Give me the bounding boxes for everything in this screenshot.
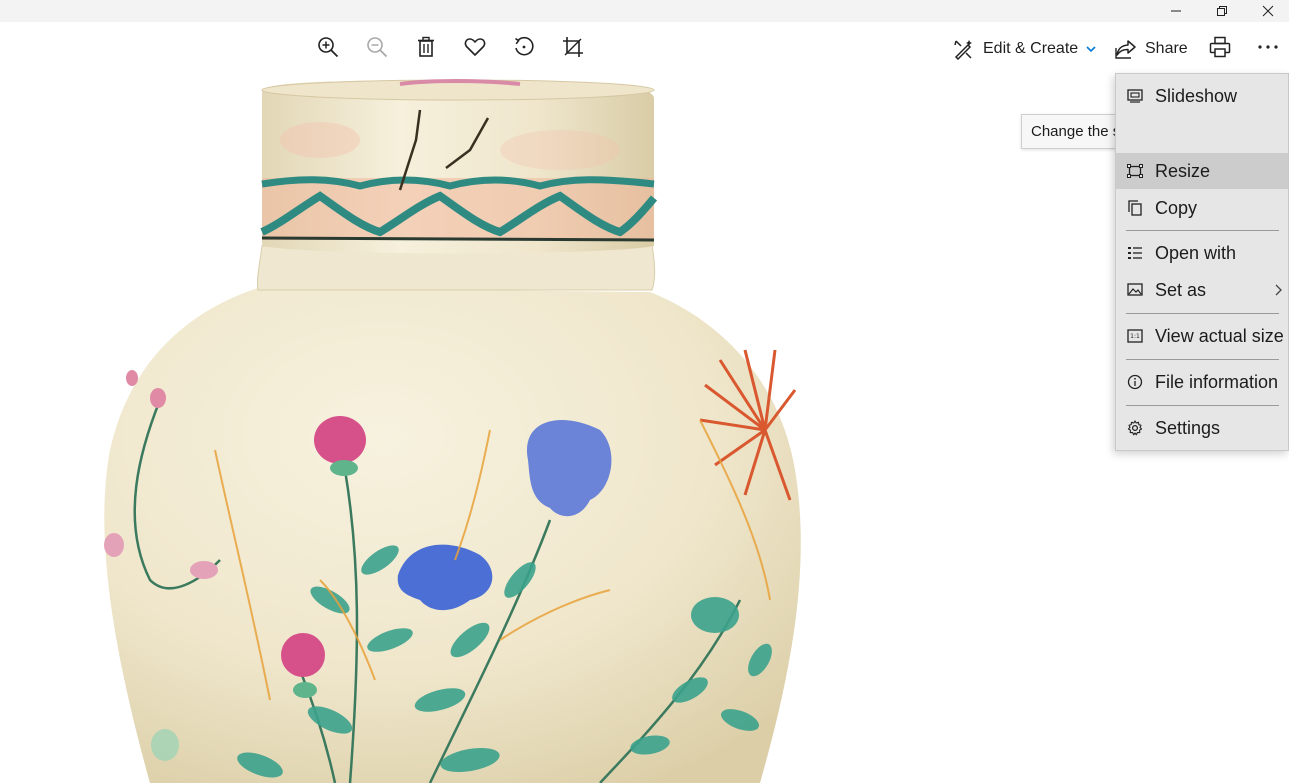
favorite-button[interactable] [458,32,492,62]
menu-item-copy[interactable]: Copy [1116,190,1288,226]
menu-item-settings[interactable]: Settings [1116,410,1288,446]
menu-item-label: Slideshow [1155,85,1238,106]
close-button[interactable] [1245,0,1289,22]
menu-item-resize[interactable]: Resize [1116,153,1288,189]
close-icon [1262,5,1274,17]
menu-separator [1126,313,1279,314]
share-icon [1115,40,1136,59]
zoom-in-icon [318,37,339,58]
menu-item-label: File information [1155,371,1279,392]
menu-item-file-information[interactable]: File information [1116,364,1288,400]
set-as-icon [1127,282,1143,298]
menu-item-label: Copy [1155,197,1198,218]
share-button[interactable]: Share [1115,34,1188,64]
resize-icon [1127,163,1143,179]
menu-item-label: View actual size [1155,325,1284,346]
copy-icon [1127,200,1143,216]
slideshow-icon [1127,88,1143,104]
minimize-icon [1171,10,1181,12]
trash-icon [418,36,434,57]
gear-icon [1127,420,1143,436]
rotate-button[interactable] [507,32,541,62]
title-bar [0,0,1289,22]
printer-icon [1209,36,1231,58]
chevron-right-icon [1275,284,1282,296]
open-with-icon [1127,245,1143,261]
menu-item-open-with[interactable]: Open with [1116,235,1288,271]
menu-separator [1126,359,1279,360]
more-options-button[interactable] [1251,32,1285,62]
crop-button[interactable] [556,32,590,62]
restore-icon [1217,6,1227,16]
menu-item-set-as[interactable]: Set as [1116,272,1288,308]
edit-create-icon [954,40,972,60]
print-button[interactable] [1203,32,1237,62]
menu-item-label: Settings [1155,417,1221,438]
menu-item-label: Resize [1155,160,1211,181]
menu-item-label: Set as [1155,279,1207,300]
delete-button[interactable] [409,32,443,62]
zoom-in-button[interactable] [311,32,345,62]
more-options-menu: Slideshow Resize Copy Open with Set as 1… [1115,73,1289,451]
share-label: Share [1145,40,1188,57]
chevron-down-icon [1086,46,1096,53]
menu-item-slideshow[interactable]: Slideshow [1116,78,1288,114]
menu-item-label: Open with [1155,242,1237,263]
menu-separator [1126,230,1279,231]
rotate-icon [515,36,534,56]
photo-canvas[interactable] [0,72,1289,783]
ginger-jar-image [104,79,801,783]
edit-create-button[interactable]: Edit & Create [953,34,1096,64]
restore-button[interactable] [1199,0,1245,22]
actual-size-icon: 1:1 [1127,328,1143,344]
zoom-out-button[interactable] [360,32,394,62]
info-icon [1127,374,1143,390]
heart-icon [464,38,486,56]
more-icon [1258,45,1278,49]
toolbar: Edit & Create Share [0,22,1289,72]
minimize-button[interactable] [1153,0,1199,22]
zoom-out-icon [367,37,388,58]
edit-create-label: Edit & Create [983,40,1079,57]
crop-icon [563,37,583,57]
svg-text:1:1: 1:1 [1130,333,1140,340]
menu-separator [1126,405,1279,406]
menu-item-view-actual-size[interactable]: 1:1 View actual size [1116,318,1288,354]
